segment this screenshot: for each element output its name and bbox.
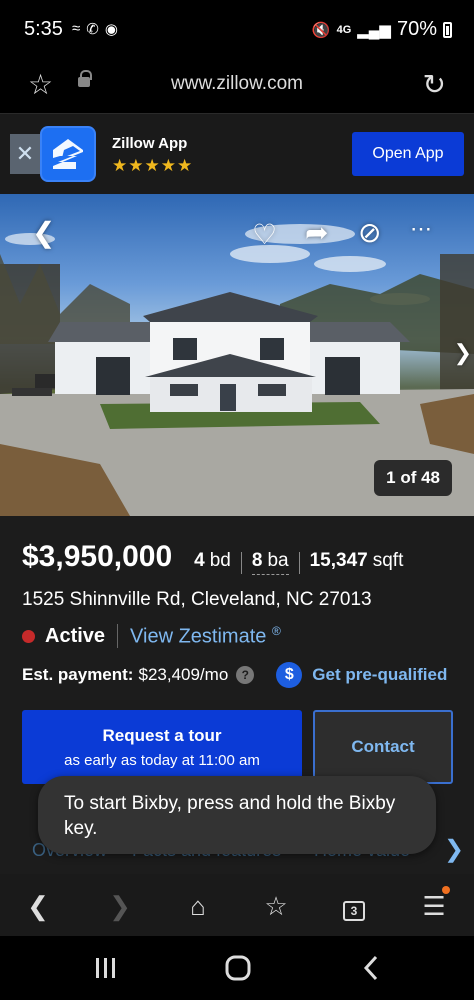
browser-url-bar: ☆ www.zillow.com ↻ bbox=[0, 58, 474, 114]
wifi-icon: ≈ bbox=[72, 20, 81, 37]
4g-lte-icon: 4G bbox=[336, 23, 352, 36]
help-icon[interactable]: ? bbox=[236, 666, 255, 684]
missed-call-icon: ✆ bbox=[86, 21, 99, 38]
tabs-count: 3 bbox=[343, 901, 365, 921]
baths-value: 8 bbox=[251, 550, 263, 571]
open-app-button[interactable]: Open App bbox=[352, 132, 464, 176]
signal-icon: ▂▄▆ bbox=[357, 21, 391, 39]
sqft-value: 15,347 bbox=[309, 550, 368, 571]
baths-unit: ba bbox=[267, 550, 289, 571]
home-icon[interactable]: ⌂ bbox=[178, 886, 218, 926]
status-notification-icons: ≈ ✆ ◉ bbox=[72, 20, 118, 38]
price-row: $3,950,000 4 bd 8 ba 15,347 sqft bbox=[22, 540, 403, 575]
listing-photo[interactable]: ❮ ♡ ➦ ⊘ ⋯ ❯ 1 of 48 bbox=[0, 194, 474, 516]
divider bbox=[240, 551, 242, 574]
status-dot-icon bbox=[22, 629, 35, 643]
registered-mark: ® bbox=[271, 624, 281, 638]
listing-price: $3,950,000 bbox=[22, 540, 173, 573]
photo-counter: 1 of 48 bbox=[374, 460, 452, 496]
payment-line: Est. payment: $23,409/mo ? $ Get pre-qua… bbox=[22, 662, 447, 688]
tour-button-title: Request a tour bbox=[102, 725, 222, 745]
browser-toolbar: ❮ ❯ ⌂ ☆ 3 ☰ bbox=[0, 874, 474, 936]
recent-apps-icon[interactable] bbox=[86, 950, 126, 986]
zestimate-link-label: View Zestimate bbox=[130, 625, 267, 648]
listing-status-line: Active View Zestimate ® bbox=[22, 624, 281, 649]
payment-value: $23,409/mo bbox=[138, 665, 229, 684]
tabs-button[interactable]: 3 bbox=[334, 886, 374, 926]
listing-status: Active bbox=[45, 624, 106, 647]
view-zestimate-link[interactable]: View Zestimate ® bbox=[130, 624, 281, 649]
baths-fact[interactable]: 8 ba bbox=[251, 550, 289, 575]
mute-icon: 🔇 bbox=[311, 21, 331, 39]
beds-unit: bd bbox=[209, 550, 231, 571]
menu-icon[interactable]: ☰ bbox=[414, 886, 454, 926]
bookmarks-icon[interactable]: ☆ bbox=[256, 886, 296, 926]
divider bbox=[298, 551, 300, 574]
home-nav-icon[interactable] bbox=[218, 950, 258, 986]
dollar-icon: $ bbox=[276, 662, 303, 688]
status-time: 5:35 bbox=[24, 18, 63, 40]
back-icon[interactable]: ❮ bbox=[18, 886, 58, 926]
notification-dot bbox=[442, 886, 450, 894]
get-prequalified-link[interactable]: Get pre-qualified bbox=[312, 665, 447, 685]
app-install-banner: ✕ Zillow App ★★★★★ Open App bbox=[0, 114, 474, 194]
more-options-icon[interactable]: ⋯ bbox=[410, 216, 432, 242]
bixby-toast: To start Bixby, press and hold the Bixby… bbox=[38, 776, 436, 854]
listing-address: 1525 Shinnville Rd, Cleveland, NC 27013 bbox=[22, 589, 372, 610]
hide-listing-icon[interactable]: ⊘ bbox=[358, 216, 381, 249]
status-bar: 5:35 ≈ ✆ ◉ 🔇 4G ▂▄▆ 70% bbox=[0, 0, 474, 58]
url-field[interactable]: www.zillow.com bbox=[0, 73, 474, 95]
battery-percent: 70% bbox=[396, 18, 437, 40]
beds-value: 4 bbox=[194, 550, 205, 571]
zillow-logo-icon bbox=[40, 126, 96, 182]
sqft-unit: sqft bbox=[372, 550, 404, 571]
battery-icon bbox=[443, 21, 452, 38]
system-nav-bar bbox=[0, 936, 474, 1000]
app-rating-stars: ★★★★★ bbox=[112, 156, 194, 175]
bixby-routine-icon: ◉ bbox=[104, 21, 118, 38]
chevron-right-icon[interactable]: ❯ bbox=[434, 826, 474, 874]
close-icon: ✕ bbox=[15, 141, 35, 166]
previous-page-icon[interactable]: ❮ bbox=[32, 216, 55, 249]
app-name: Zillow App bbox=[112, 135, 188, 152]
payment-label: Est. payment: bbox=[22, 665, 134, 684]
divider bbox=[117, 624, 119, 649]
listing-facts: 4 bd 8 ba 15,347 sqft bbox=[194, 550, 403, 575]
forward-icon[interactable]: ❯ bbox=[100, 886, 140, 926]
status-system-icons: 🔇 4G ▂▄▆ 70% bbox=[312, 18, 452, 41]
tour-button-subtitle: as early as today at 11:00 am bbox=[64, 751, 260, 769]
back-nav-icon[interactable] bbox=[352, 950, 392, 986]
share-icon[interactable]: ➦ bbox=[305, 216, 328, 249]
request-tour-button[interactable]: Request a tour as early as today at 11:0… bbox=[22, 710, 302, 784]
reload-icon[interactable]: ↻ bbox=[423, 68, 446, 101]
close-banner-button[interactable]: ✕ bbox=[10, 134, 40, 174]
next-photo-icon[interactable]: ❯ bbox=[454, 340, 472, 366]
contact-button[interactable]: Contact bbox=[313, 710, 453, 784]
favorite-heart-icon[interactable]: ♡ bbox=[252, 218, 277, 251]
